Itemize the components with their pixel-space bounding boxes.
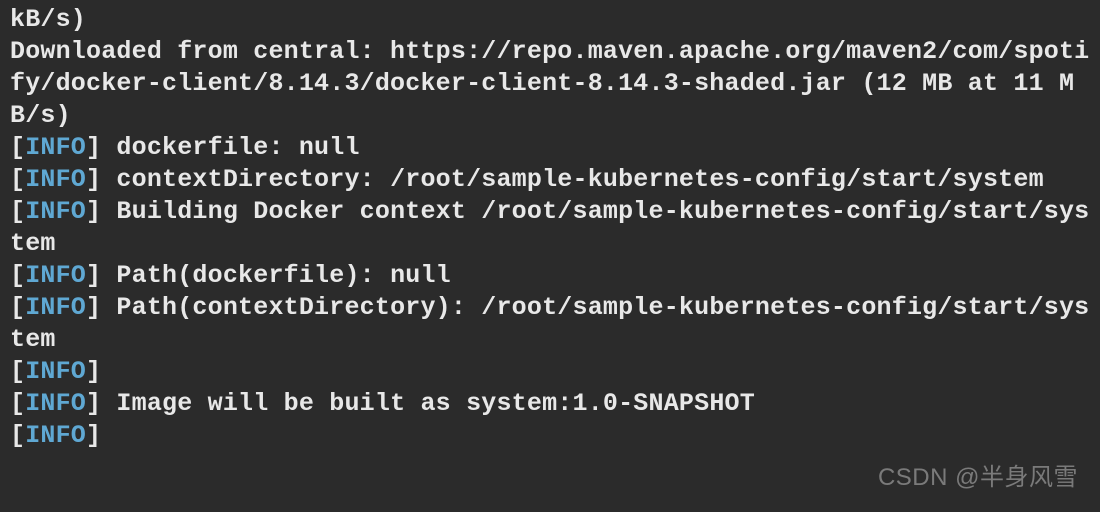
log-message: Path(contextDirectory): /root/sample-kub… — [10, 293, 1089, 354]
log-bracket-close: ] — [86, 389, 101, 418]
log-level: INFO — [25, 389, 86, 418]
terminal-line: Downloaded from central: https://repo.ma… — [10, 36, 1090, 132]
log-bracket-close: ] — [86, 261, 101, 290]
terminal-line: [INFO] Image will be built as system:1.0… — [10, 388, 1090, 420]
log-level: INFO — [25, 261, 86, 290]
log-bracket-open: [ — [10, 165, 25, 194]
log-bracket-open: [ — [10, 421, 25, 450]
log-bracket-open: [ — [10, 357, 25, 386]
log-bracket-close: ] — [86, 165, 101, 194]
log-level: INFO — [25, 293, 86, 322]
log-level: INFO — [25, 133, 86, 162]
log-message: dockerfile: null — [101, 133, 359, 162]
log-level: INFO — [25, 421, 86, 450]
log-level: INFO — [25, 165, 86, 194]
terminal-line: [INFO] dockerfile: null — [10, 132, 1090, 164]
log-message: Building Docker context /root/sample-kub… — [10, 197, 1089, 258]
log-bracket-open: [ — [10, 197, 25, 226]
log-level: INFO — [25, 357, 86, 386]
log-bracket-open: [ — [10, 261, 25, 290]
terminal-output: kB/s) Downloaded from central: https://re… — [10, 4, 1090, 452]
terminal-line: [INFO] contextDirectory: /root/sample-ku… — [10, 164, 1090, 196]
log-bracket-close: ] — [86, 357, 101, 386]
watermark-text: CSDN @半身风雪 — [878, 463, 1078, 494]
log-bracket-close: ] — [86, 421, 101, 450]
log-bracket-close: ] — [86, 197, 101, 226]
log-message: contextDirectory: /root/sample-kubernete… — [101, 165, 1044, 194]
log-message: Downloaded from central: https://repo.ma… — [10, 37, 1089, 130]
log-message: kB/s) — [10, 5, 86, 34]
log-bracket-close: ] — [86, 293, 101, 322]
log-level: INFO — [25, 197, 86, 226]
log-bracket-open: [ — [10, 389, 25, 418]
terminal-line: [INFO] Building Docker context /root/sam… — [10, 196, 1090, 260]
log-message: Image will be built as system:1.0-SNAPSH… — [101, 389, 755, 418]
terminal-line: [INFO] Path(dockerfile): null — [10, 260, 1090, 292]
terminal-line: [INFO] — [10, 420, 1090, 452]
log-bracket-open: [ — [10, 133, 25, 162]
log-bracket-close: ] — [86, 133, 101, 162]
log-bracket-open: [ — [10, 293, 25, 322]
terminal-line: [INFO] — [10, 356, 1090, 388]
log-message: Path(dockerfile): null — [101, 261, 451, 290]
terminal-line: kB/s) — [10, 4, 1090, 36]
terminal-line: [INFO] Path(contextDirectory): /root/sam… — [10, 292, 1090, 356]
